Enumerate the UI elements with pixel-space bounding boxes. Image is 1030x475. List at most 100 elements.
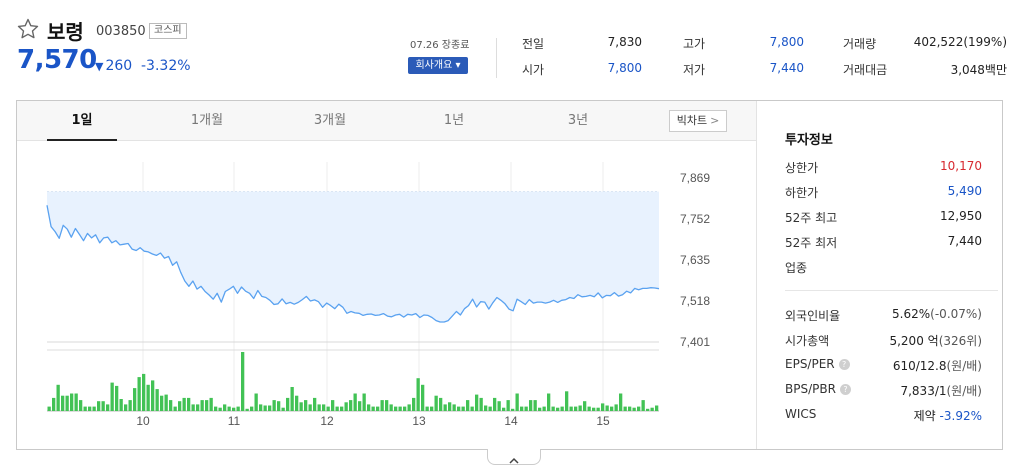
wics-row: WICS 제약 -3.92% xyxy=(785,407,982,425)
volume-bar xyxy=(236,406,240,411)
volume-bar xyxy=(178,401,182,411)
tab-3year[interactable]: 3년 xyxy=(543,101,613,141)
volume-bar xyxy=(173,406,177,411)
quote-value-high: 7,800 xyxy=(769,35,804,49)
volume-bar xyxy=(322,404,326,411)
side-divider xyxy=(785,290,998,291)
volume-bar xyxy=(475,394,479,411)
volume-bar xyxy=(65,395,69,411)
wics-sector[interactable]: 제약 xyxy=(914,409,936,423)
market-cap-number: 5,200 억 xyxy=(889,334,939,348)
volume-bar xyxy=(637,406,641,411)
quote-label-high: 고가 xyxy=(683,37,706,51)
volume-bar xyxy=(362,393,366,411)
volume-bar xyxy=(430,406,434,411)
volume-bar xyxy=(245,408,249,411)
volume-bar xyxy=(83,406,87,411)
volume-bar xyxy=(650,407,654,411)
sector-label: 업종 xyxy=(785,261,808,275)
volume-bar xyxy=(349,400,353,411)
tab-1year[interactable]: 1년 xyxy=(419,101,489,141)
price-area-fill xyxy=(47,191,659,322)
wics-value: 제약 -3.92% xyxy=(914,407,982,424)
investment-info-title: 투자정보 xyxy=(785,133,833,148)
company-overview-button[interactable]: 회사개요 ▾ xyxy=(408,57,468,74)
lower-limit-row: 하한가 5,490 xyxy=(785,184,982,202)
volume-bar xyxy=(97,401,101,411)
volume-bar xyxy=(200,400,204,411)
volume-bar xyxy=(146,384,150,411)
y-tick-label: 7,752 xyxy=(680,212,710,226)
week52-high-value: 12,950 xyxy=(940,209,982,223)
chart-panel: 1일 1개월 3개월 1년 3년 빅차트 > 7,869 7,752 7,635 7,5… xyxy=(16,100,1003,450)
volume-bar xyxy=(272,400,276,411)
stock-code: 003850 xyxy=(96,24,146,39)
quote-value-open: 7,800 xyxy=(607,61,642,75)
volume-bar xyxy=(56,384,60,411)
quote-value-prev: 7,830 xyxy=(607,35,642,49)
period-tabs: 1일 1개월 3개월 1년 3년 빅차트 > xyxy=(17,101,756,141)
volume-bar xyxy=(529,400,533,411)
volume-bar xyxy=(416,378,420,411)
down-triangle-icon: ▼ xyxy=(95,60,104,73)
volume-bar xyxy=(304,400,308,411)
volume-bar xyxy=(497,401,501,411)
x-tick-label: 15 xyxy=(596,414,610,428)
volume-bar xyxy=(407,404,411,411)
eps-per-value: 610/12.8(원/배) xyxy=(893,357,982,374)
tab-1day[interactable]: 1일 xyxy=(47,101,117,141)
foreign-ratio-change: (-0.07%) xyxy=(930,307,982,321)
volume-bar xyxy=(371,406,375,411)
volume-bar xyxy=(128,400,132,411)
volume-bar xyxy=(268,405,272,411)
volume-bar xyxy=(515,393,519,411)
volume-bar xyxy=(551,406,555,411)
volume-bar xyxy=(196,404,200,411)
volume-bar xyxy=(434,395,438,411)
market-cap-row: 시가총액 5,200 억(326위) xyxy=(785,332,982,350)
volume-bar xyxy=(205,400,209,411)
volume-bar xyxy=(376,406,380,411)
volume-bar xyxy=(290,387,294,411)
chart-svg: 7,869 7,752 7,635 7,518 7,401 10 11 12 13 14 15 xyxy=(46,162,710,428)
favorite-star-icon[interactable] xyxy=(16,17,40,41)
bps-pbr-unit: (원/배) xyxy=(946,384,983,398)
tab-1month[interactable]: 1개월 xyxy=(172,101,242,141)
x-tick-label: 10 xyxy=(136,414,150,428)
sector-row: 업종 xyxy=(785,259,982,277)
help-icon[interactable]: ? xyxy=(839,384,851,395)
y-tick-label: 7,869 xyxy=(680,171,710,185)
bps-pbr-label-text: BPS/PBR xyxy=(785,382,836,396)
volume-bar xyxy=(412,397,416,411)
chevron-right-icon: > xyxy=(710,114,720,127)
volume-bar xyxy=(466,400,470,411)
chevron-up-icon xyxy=(509,457,519,464)
intraday-chart[interactable]: 7,869 7,752 7,635 7,518 7,401 10 11 12 13 14 15 xyxy=(17,142,756,450)
volume-bar xyxy=(182,397,186,411)
big-chart-label: 빅차트 xyxy=(676,114,708,127)
volume-bar xyxy=(191,404,195,411)
volume-bar xyxy=(308,404,312,411)
volume-bar xyxy=(533,400,537,411)
volume-bar xyxy=(169,400,173,411)
volume-bar xyxy=(115,385,119,411)
volume-bar xyxy=(74,393,78,411)
week52-low-label: 52주 최저 xyxy=(785,236,838,250)
volume-bar xyxy=(317,404,321,411)
eps-per-row: EPS/PER? 610/12.8(원/배) xyxy=(785,357,982,375)
expand-toggle-button[interactable] xyxy=(487,449,541,465)
bps-pbr-label: BPS/PBR? xyxy=(785,382,851,396)
foreign-ratio-value: 5.62%(-0.07%) xyxy=(892,307,982,321)
volume-bar xyxy=(538,407,542,411)
big-chart-button[interactable]: 빅차트 > xyxy=(669,110,727,132)
foreign-ratio-number: 5.62% xyxy=(892,307,931,321)
help-icon[interactable]: ? xyxy=(838,359,850,370)
market-badge: 코스피 xyxy=(149,23,187,39)
volume-bar xyxy=(403,406,407,411)
tab-3month[interactable]: 3개월 xyxy=(295,101,365,141)
lower-limit-value: 5,490 xyxy=(947,184,982,198)
volume-bar xyxy=(511,408,515,411)
x-tick-label: 11 xyxy=(228,414,241,428)
volume-bar xyxy=(628,406,632,411)
market-cap-label: 시가총액 xyxy=(785,334,830,348)
